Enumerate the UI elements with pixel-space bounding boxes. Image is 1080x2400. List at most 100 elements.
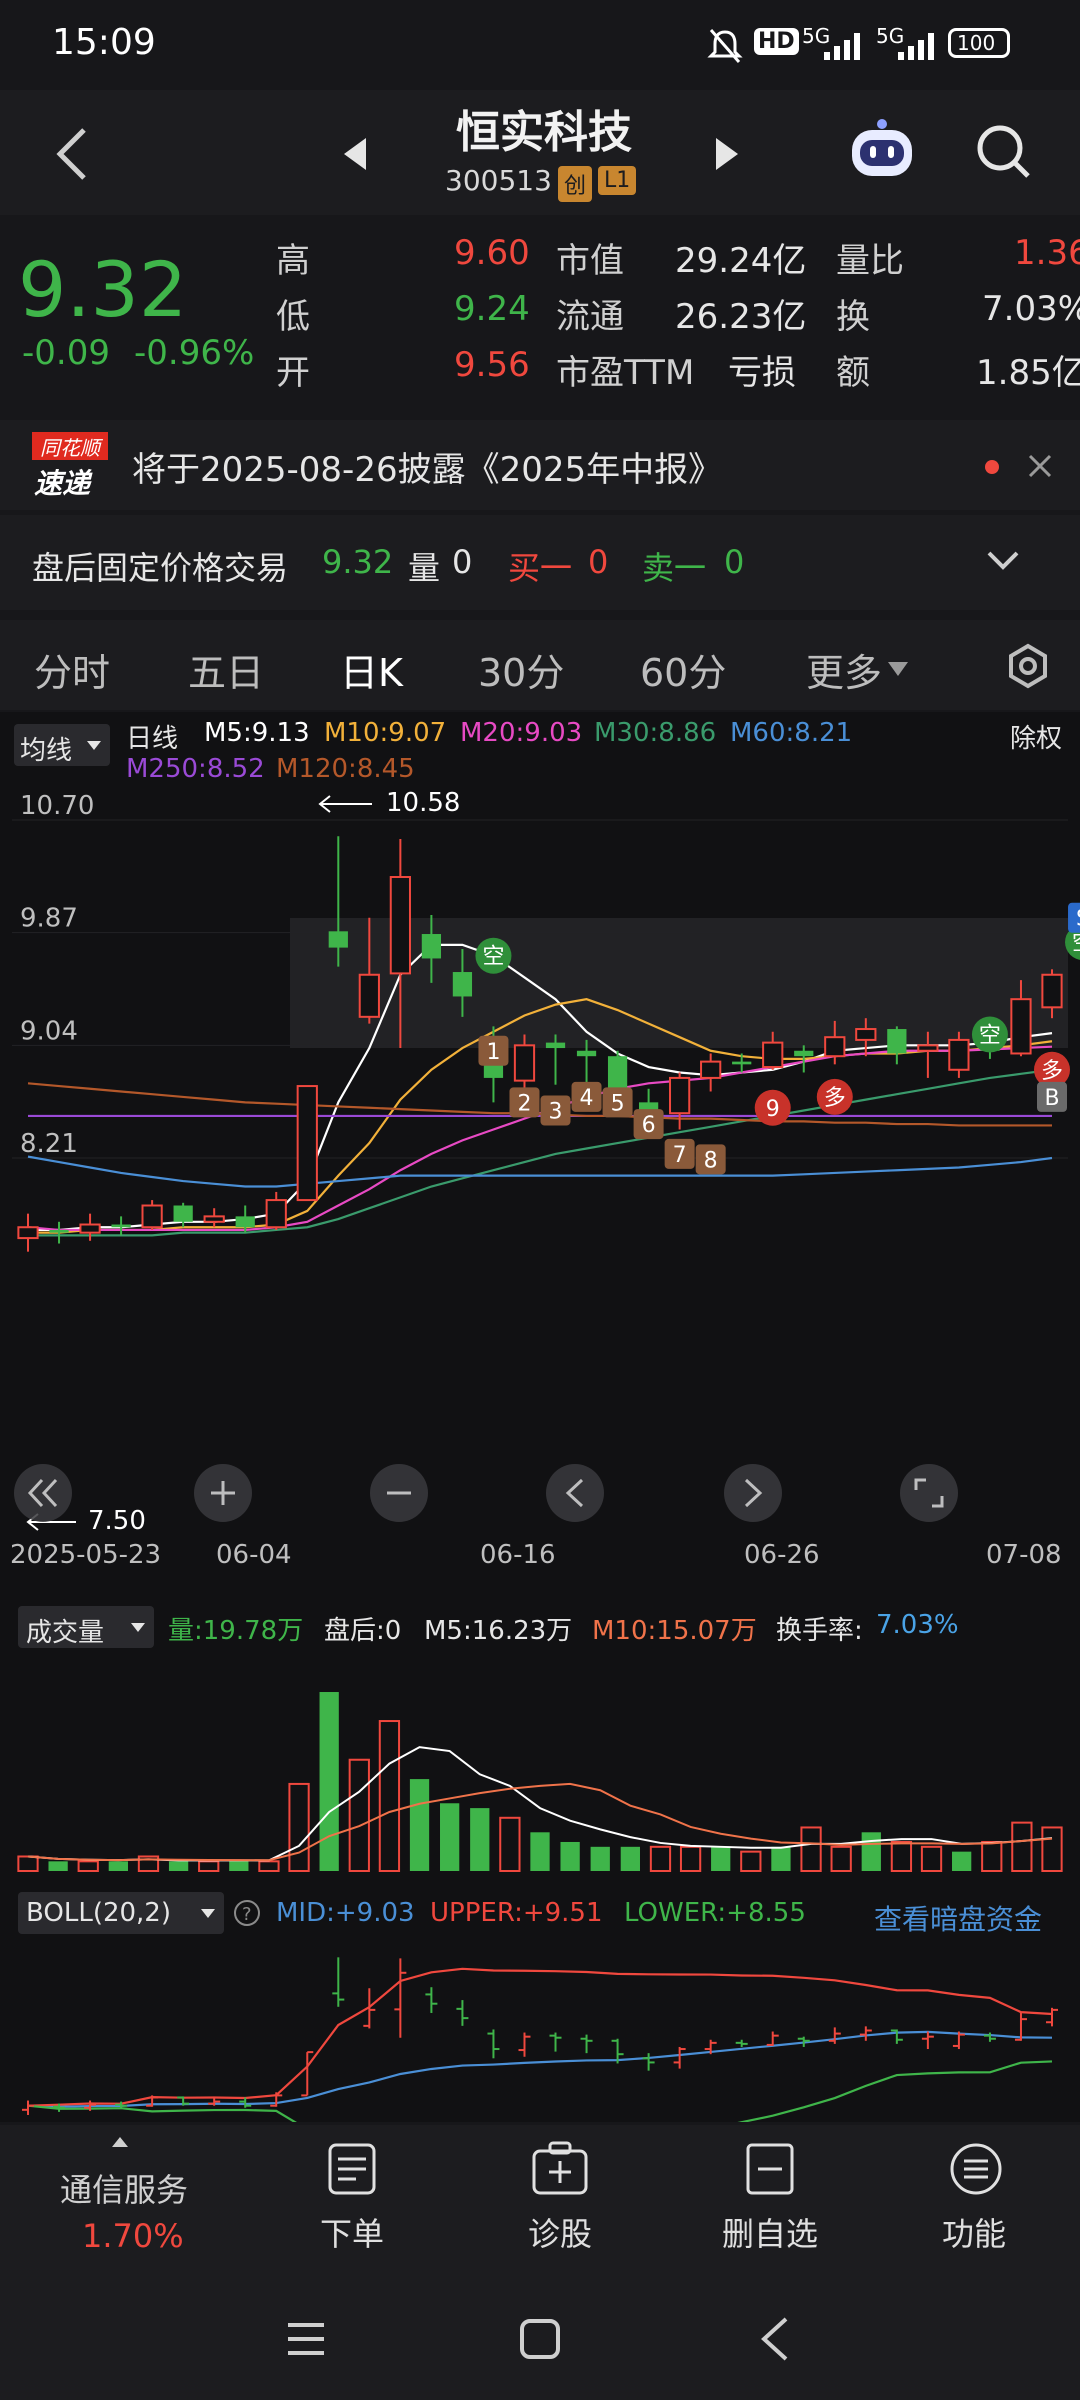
volume-selector[interactable]: 成交量	[18, 1606, 154, 1648]
ma60-label: M60:8.21	[730, 718, 853, 748]
remove-watchlist-button[interactable]: 删自选	[700, 2135, 840, 2275]
candle-body	[421, 934, 442, 959]
next-stock-icon[interactable]	[712, 134, 742, 174]
signal-marker-label: B	[1044, 1086, 1059, 1111]
tab-intraday[interactable]: 分时	[34, 642, 110, 697]
tab-30min[interactable]: 30分	[478, 642, 564, 697]
function-button[interactable]: 功能	[910, 2135, 1040, 2275]
volume-bar	[830, 1845, 852, 1872]
candle-body	[732, 1061, 752, 1065]
recent-apps-icon[interactable]	[284, 2319, 328, 2359]
boll-lower-line	[27, 2060, 1053, 2122]
candle-body	[794, 1050, 814, 1057]
after-hours-row[interactable]: 盘后固定价格交易 9.32 量 0 买一 0 卖一 0	[0, 515, 1080, 610]
boll-selector[interactable]: BOLL(20,2)	[18, 1892, 224, 1934]
volume-bar	[470, 1808, 490, 1871]
tab-more[interactable]: 更多	[806, 642, 882, 697]
ma-dropdown-icon	[87, 741, 101, 750]
volume-bar	[348, 1758, 370, 1872]
volume-bar	[920, 1845, 943, 1872]
scroll-left-fast-button[interactable]	[14, 1464, 72, 1522]
prev-stock-icon[interactable]	[340, 134, 370, 174]
bottom-toolbar: 通信服务 1.70% 下单 诊股 删自选 功能	[0, 2125, 1080, 2285]
scroll-right-button[interactable]	[724, 1464, 782, 1522]
home-icon[interactable]	[518, 2317, 562, 2361]
quote-panel: 9.32 -0.09 -0.96% 高 9.60 低 9.24 开 9.56 市…	[0, 215, 1080, 415]
help-icon[interactable]: ?	[232, 1898, 262, 1928]
zoom-out-button[interactable]	[370, 1464, 428, 1522]
x-tick-0: 2025-05-23	[10, 1540, 162, 1570]
ma5-label: M5:9.13	[204, 718, 310, 748]
ai-robot-icon[interactable]	[846, 116, 918, 186]
volume-bar	[1041, 1826, 1063, 1872]
scroll-left-button[interactable]	[546, 1464, 604, 1522]
ask1-label: 卖一	[642, 549, 707, 587]
search-icon[interactable]	[974, 122, 1034, 182]
order-button[interactable]: 下单	[290, 2135, 420, 2275]
chevron-left-icon	[565, 1478, 584, 1508]
sector-button[interactable]: 通信服务 1.70%	[0, 2125, 240, 2285]
boll-upper: UPPER:+9.51	[430, 1898, 603, 1928]
candle-body	[700, 1060, 722, 1079]
back-arrow-icon[interactable]	[52, 126, 92, 182]
status-time: 15:09	[52, 22, 156, 63]
system-nav-bar	[0, 2285, 1080, 2400]
open-label: 开	[276, 353, 310, 393]
volume-bar	[77, 1860, 99, 1872]
chevron-right-icon	[744, 1478, 763, 1508]
float-value: 26.23亿	[675, 297, 807, 337]
tab-60min[interactable]: 60分	[640, 642, 726, 697]
signal-marker-label: 多	[1041, 1059, 1063, 1084]
signal-marker-label: 4	[580, 1086, 594, 1111]
announcement-bar[interactable]: 同花顺 速递 将于2025-08-26披露《2025年中报》	[0, 420, 1080, 510]
pe-label: 市盈TTM	[556, 353, 695, 393]
candle-body	[141, 1204, 163, 1229]
chevron-down-icon[interactable]	[986, 549, 1020, 573]
diagnose-button[interactable]: 诊股	[500, 2135, 630, 2275]
dark-pool-link[interactable]: 查看暗盘资金	[874, 1898, 1042, 1938]
candle-body	[358, 973, 380, 1018]
mcap-value: 29.24亿	[675, 241, 807, 281]
volume-bar	[981, 1840, 1003, 1873]
order-icon	[328, 2143, 376, 2195]
volume-bar	[861, 1832, 881, 1871]
signal-marker-label: 9	[766, 1097, 780, 1122]
board-badge: 创	[558, 166, 593, 202]
candle-body	[948, 1038, 970, 1071]
fullscreen-icon	[914, 1478, 944, 1508]
volume-bar	[590, 1846, 610, 1871]
open-value: 9.56	[454, 345, 530, 385]
y-tick-label: 9.87	[20, 904, 78, 934]
volume-ratio-label: 量比	[836, 241, 904, 281]
stock-name: 恒实科技	[456, 107, 632, 158]
ex-right-button[interactable]: 除权	[1010, 718, 1062, 755]
unread-dot	[985, 460, 999, 474]
candle-body	[17, 1226, 39, 1240]
signal-marker-label: 空	[482, 945, 504, 970]
after-hours-volume: 盘后:0	[324, 1616, 402, 1646]
signal-marker-label: 空	[1072, 931, 1080, 956]
x-tick-4: 07-08	[986, 1540, 1062, 1570]
kline-svg[interactable]: 空123456789多空多B空S 10.709.879.048.21	[0, 788, 1080, 1328]
price-change-pct: -0.96%	[134, 333, 255, 373]
volume-bar	[440, 1803, 460, 1871]
settings-icon[interactable]	[1004, 642, 1052, 690]
signal-marker-label: 空	[979, 1023, 1001, 1048]
back-icon[interactable]	[758, 2315, 792, 2363]
candle-body	[545, 1042, 566, 1049]
close-icon[interactable]	[1026, 452, 1054, 480]
fullscreen-button[interactable]	[900, 1464, 958, 1522]
candle-body	[265, 1199, 287, 1229]
tab-five-day[interactable]: 五日	[188, 642, 264, 697]
boll-mid-line	[27, 2030, 1053, 2108]
signal-marker-label: 8	[704, 1148, 718, 1173]
low-value: 9.24	[454, 289, 530, 329]
ma-selector[interactable]: 均线	[14, 724, 110, 766]
candle-body	[669, 1076, 691, 1115]
volume-bar	[771, 1846, 791, 1871]
turnover-label: 换	[836, 297, 870, 337]
pe-value: 亏损	[728, 353, 796, 393]
zoom-in-button[interactable]	[194, 1464, 252, 1522]
tab-daily-k[interactable]: 日K	[340, 642, 403, 697]
signal-marker-label: 5	[611, 1091, 625, 1116]
